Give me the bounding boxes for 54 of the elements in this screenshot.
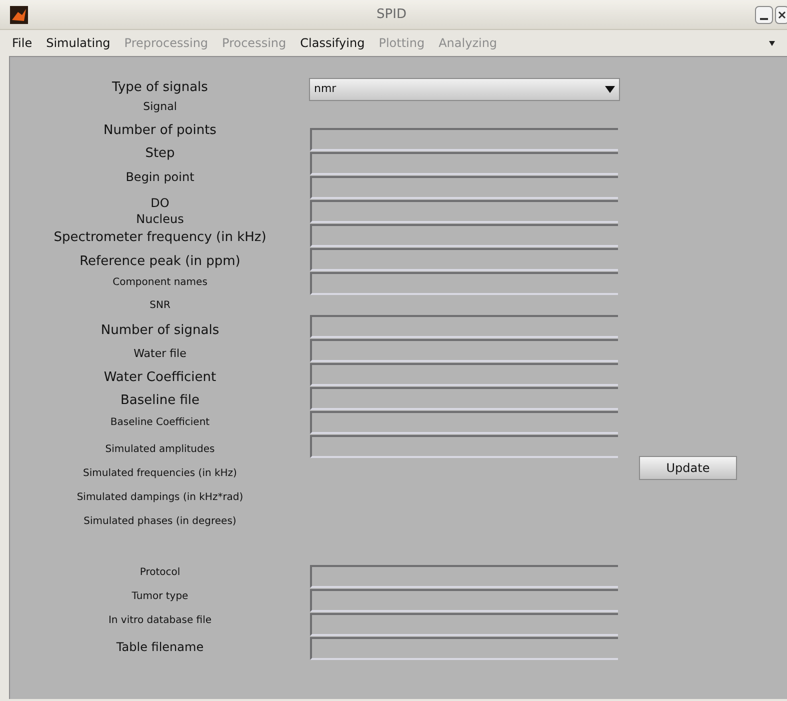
field-label: Table filename	[116, 639, 204, 656]
minimize-icon	[760, 18, 768, 20]
app-logo-icon	[10, 6, 28, 24]
field-label: Simulated dampings (in kHz*rad)	[76, 491, 244, 505]
field-label: Step	[145, 146, 175, 163]
input-field[interactable]	[310, 613, 618, 636]
field-label: Simulated phases (in degrees)	[84, 515, 236, 529]
input-field[interactable]	[310, 248, 618, 271]
chevron-down-icon[interactable]	[769, 40, 775, 46]
field-label: Nucleus	[136, 211, 184, 228]
menu-item[interactable]: Simulating	[46, 34, 110, 52]
minimize-button[interactable]	[755, 6, 773, 24]
field-label: Baseline Coefficient	[110, 416, 210, 430]
field-label: Simulated frequencies (in kHz)	[83, 467, 237, 481]
field-label: Component names	[112, 276, 208, 290]
field-label: In vitro database file	[108, 614, 212, 628]
input-field[interactable]	[310, 315, 618, 338]
field-label: Simulated amplitudes	[105, 443, 215, 457]
field-label: Type of signals	[112, 80, 208, 97]
menu-item[interactable]: Classifying	[300, 34, 365, 52]
update-button[interactable]: Update	[639, 456, 737, 480]
input-field[interactable]	[310, 565, 618, 588]
field-label: Signal	[143, 99, 177, 115]
menu-item[interactable]: File	[12, 34, 32, 52]
input-field[interactable]	[310, 128, 618, 151]
field-label: Number of signals	[100, 323, 220, 340]
dropdown-arrow-icon	[605, 86, 615, 93]
field-label: Spectrometer frequency (in kHz)	[54, 230, 266, 247]
signal-type-dropdown[interactable]: nmr	[309, 78, 620, 101]
input-field[interactable]	[310, 435, 618, 458]
input-field[interactable]	[310, 637, 618, 660]
input-field[interactable]	[310, 339, 618, 362]
field-label: Tumor type	[132, 590, 188, 604]
input-field[interactable]	[310, 272, 618, 295]
input-field[interactable]	[310, 224, 618, 247]
window-title: SPID	[376, 6, 408, 24]
field-label: Reference peak (in ppm)	[80, 254, 240, 271]
close-icon	[778, 10, 786, 18]
input-field[interactable]	[310, 387, 618, 410]
input-field[interactable]	[310, 363, 618, 386]
field-label: Water Coefficient	[104, 370, 216, 387]
input-field[interactable]	[310, 411, 618, 434]
input-field[interactable]	[310, 200, 618, 223]
field-label: Number of points	[104, 123, 216, 140]
field-label: Baseline file	[120, 393, 200, 410]
field-label: Begin point	[126, 169, 194, 186]
field-label: Protocol	[140, 566, 180, 580]
close-button[interactable]	[775, 6, 787, 24]
field-label: SNR	[150, 299, 170, 313]
input-field[interactable]	[310, 152, 618, 175]
field-label: DO	[150, 195, 170, 211]
input-field[interactable]	[310, 589, 618, 612]
field-label: Water file	[134, 346, 186, 362]
input-field[interactable]	[310, 176, 618, 199]
